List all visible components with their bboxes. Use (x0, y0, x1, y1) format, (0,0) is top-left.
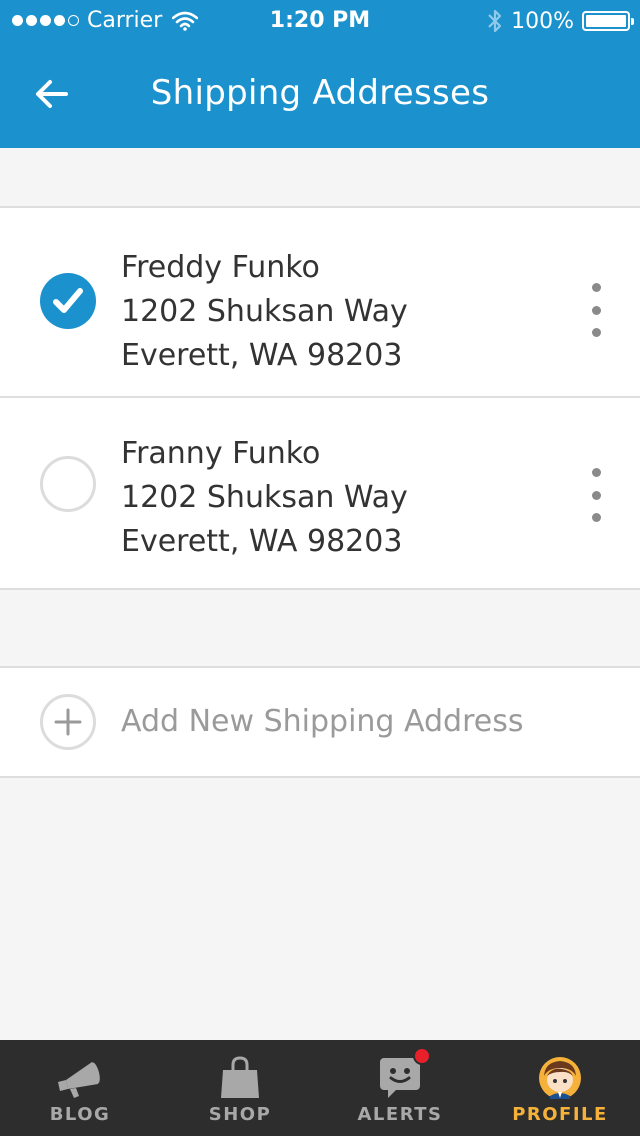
tab-label: BLOG (49, 1104, 111, 1125)
address-name: Franny Funko (121, 436, 321, 471)
address-city: Everett, WA 98203 (121, 338, 403, 373)
app-header: Carrier 1:20 PM 100% Shipping Addresses (0, 0, 640, 148)
battery-level (586, 15, 626, 27)
bluetooth-icon (488, 9, 502, 33)
more-dot (591, 513, 601, 522)
more-dot (591, 283, 601, 292)
address-row-franny[interactable]: Franny Funko 1202 Shuksan Way Everett, W… (0, 398, 640, 588)
battery-nub (631, 18, 634, 25)
tab-blog[interactable]: BLOG (0, 1040, 160, 1136)
status-bar: Carrier 1:20 PM 100% (0, 0, 640, 40)
plus-circle-icon (40, 694, 96, 750)
address-unselected-radio[interactable] (40, 456, 96, 512)
battery-icon (582, 11, 634, 31)
shopping-bag-icon (221, 1056, 259, 1098)
address-text: Franny Funko 1202 Shuksan Way Everett, W… (121, 432, 408, 564)
checkmark-icon (53, 288, 83, 313)
more-dot (591, 490, 601, 500)
address-row-freddy[interactable]: Freddy Funko 1202 Shuksan Way Everett, W… (0, 208, 640, 398)
plus-icon (54, 708, 82, 736)
more-options-button[interactable] (582, 468, 610, 522)
megaphone-icon (58, 1062, 100, 1098)
add-address-label: Add New Shipping Address (121, 704, 524, 739)
address-list: Freddy Funko 1202 Shuksan Way Everett, W… (0, 206, 640, 590)
more-dot (591, 468, 601, 477)
tab-alerts[interactable]: ALERTS (320, 1040, 480, 1136)
tab-label: PROFILE (512, 1104, 608, 1125)
add-address-button[interactable]: Add New Shipping Address (0, 666, 640, 778)
tab-shop[interactable]: SHOP (160, 1040, 320, 1136)
more-dot (591, 305, 601, 315)
alerts-badge (413, 1047, 431, 1065)
more-dot (591, 328, 601, 337)
address-text: Freddy Funko 1202 Shuksan Way Everett, W… (121, 246, 408, 378)
address-city: Everett, WA 98203 (121, 524, 403, 559)
tab-label: ALERTS (357, 1104, 443, 1125)
status-right: 100% (487, 8, 634, 34)
avatar-icon (539, 1057, 581, 1099)
tab-profile[interactable]: PROFILE (480, 1040, 640, 1136)
nav-bar: Shipping Addresses (0, 40, 640, 148)
more-options-button[interactable] (582, 283, 610, 337)
tab-label: SHOP (208, 1104, 272, 1125)
tab-bar: BLOG SHOP ALERTS PROFILE (0, 1040, 640, 1136)
battery-percent: 100% (511, 8, 574, 34)
address-street: 1202 Shuksan Way (121, 480, 408, 515)
page-title: Shipping Addresses (150, 73, 490, 113)
address-selected-radio[interactable] (40, 273, 96, 329)
address-name: Freddy Funko (121, 250, 320, 285)
address-street: 1202 Shuksan Way (121, 294, 408, 329)
